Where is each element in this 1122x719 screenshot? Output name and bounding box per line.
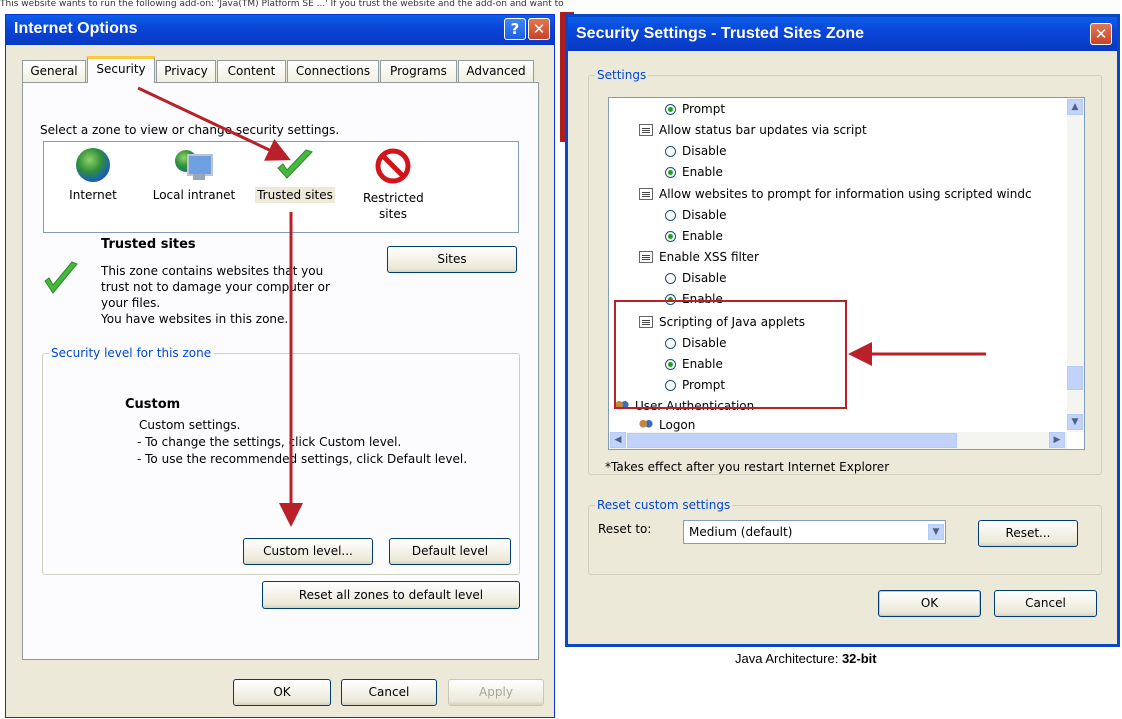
reset-to-value: Medium (default) [689, 525, 793, 539]
java-architecture-text: Java Architecture: 32-bit [735, 651, 877, 666]
list-item[interactable]: Enable [665, 162, 723, 182]
zone-trusted-sites-label: Trusted sites [255, 187, 335, 203]
radio-checked [665, 167, 676, 178]
security-settings-title: Security Settings - Trusted Sites Zone [576, 25, 865, 42]
restart-note: *Takes effect after you restart Internet… [605, 460, 890, 474]
annotation-highlight-box [614, 300, 847, 409]
select-zone-text: Select a zone to view or change security… [40, 123, 340, 137]
reset-legend: Reset custom settings [595, 498, 733, 512]
background-strip-text: This website wants to run the following … [0, 0, 564, 9]
setting-icon [639, 251, 653, 263]
zone-description: This zone contains websites that you tru… [101, 264, 330, 326]
tab-programs[interactable]: Programs [380, 60, 457, 82]
scroll-thumb-horizontal[interactable] [627, 433, 957, 448]
level-title: Custom [125, 397, 181, 412]
horizontal-scrollbar[interactable]: ◀ ▶ [609, 432, 1067, 449]
level-description: Custom settings. - To change the setting… [137, 418, 468, 466]
list-item[interactable]: Prompt [665, 99, 725, 119]
security-cancel-button[interactable]: Cancel [994, 590, 1097, 617]
window-title: Internet Options [14, 20, 138, 37]
zone-title: Trusted sites [101, 237, 196, 252]
security-tab-panel: Select a zone to view or change security… [22, 82, 539, 660]
chevron-down-icon[interactable]: ▼ [928, 524, 944, 540]
tab-privacy[interactable]: Privacy [156, 60, 216, 82]
security-settings-close-button[interactable]: ✕ [1090, 23, 1112, 45]
list-item[interactable]: Enable [665, 226, 723, 246]
reset-to-label: Reset to: [598, 522, 652, 536]
tab-security[interactable]: Security [87, 56, 155, 83]
close-button[interactable]: ✕ [528, 18, 550, 40]
tab-general[interactable]: General [22, 60, 86, 82]
scroll-left-icon[interactable]: ◀ [610, 432, 626, 448]
zone-restricted-sites[interactable]: Restricted sites [348, 148, 438, 222]
custom-level-button[interactable]: Custom level... [243, 538, 373, 565]
scroll-thumb[interactable] [1067, 366, 1083, 390]
list-item[interactable]: Disable [665, 141, 727, 161]
zone-internet-label: Internet [69, 188, 117, 202]
reset-button[interactable]: Reset... [978, 520, 1078, 547]
help-button[interactable]: ? [504, 18, 526, 40]
zone-local-intranet-label: Local intranet [152, 188, 236, 202]
radio-checked [665, 231, 676, 242]
intranet-icon [175, 148, 213, 182]
zone-local-intranet[interactable]: Local intranet [144, 148, 244, 202]
settings-legend: Settings [595, 68, 649, 82]
scroll-up-icon[interactable]: ▲ [1067, 99, 1083, 115]
trusted-sites-big-checkmark [44, 261, 78, 294]
security-ok-button[interactable]: OK [878, 590, 981, 617]
radio-checked [665, 104, 676, 115]
tab-advanced[interactable]: Advanced [458, 60, 534, 82]
globe-icon [76, 148, 110, 182]
list-item[interactable]: Disable [665, 268, 727, 288]
background-page-strip: This website wants to run the following … [0, 0, 1122, 12]
list-heading: Allow websites to prompt for information… [639, 184, 1032, 204]
security-settings-titlebar[interactable]: Security Settings - Trusted Sites Zone ✕ [568, 17, 1117, 51]
radio-unchecked [665, 210, 676, 221]
tab-content[interactable]: Content [217, 60, 286, 82]
internet-options-titlebar[interactable]: Internet Options ? ✕ [6, 15, 554, 45]
prohibited-icon [375, 148, 411, 184]
reset-to-select[interactable]: Medium (default) ▼ [683, 520, 946, 544]
setting-icon [639, 124, 653, 136]
list-heading: Allow status bar updates via script [639, 120, 867, 140]
radio-unchecked [665, 273, 676, 284]
vertical-scrollbar[interactable]: ▲ ▼ [1067, 98, 1084, 432]
list-subheading: Logon [639, 415, 695, 432]
users-icon [639, 419, 653, 431]
security-level-legend: Security level for this zone [49, 346, 214, 360]
scroll-down-icon[interactable]: ▼ [1067, 414, 1083, 430]
zone-internet[interactable]: Internet [58, 148, 128, 202]
zone-trusted-sites[interactable]: Trusted sites [250, 148, 340, 203]
default-level-button[interactable]: Default level [389, 538, 511, 565]
list-heading: Enable XSS filter [639, 247, 759, 267]
checkmark-icon [277, 149, 313, 179]
scroll-right-icon[interactable]: ▶ [1049, 432, 1065, 448]
ok-button[interactable]: OK [233, 679, 331, 706]
cancel-button[interactable]: Cancel [341, 679, 437, 706]
list-item[interactable]: Disable [665, 205, 727, 225]
apply-button[interactable]: Apply [448, 679, 544, 706]
tab-connections[interactable]: Connections [287, 60, 379, 82]
zone-list: Internet Local intranet Trusted sites Re… [43, 141, 519, 233]
sites-button[interactable]: Sites [387, 246, 517, 273]
zone-restricted-sites-label: Restricted sites [363, 191, 424, 221]
radio-unchecked [665, 146, 676, 157]
setting-icon [639, 188, 653, 200]
reset-all-zones-button[interactable]: Reset all zones to default level [262, 581, 520, 609]
